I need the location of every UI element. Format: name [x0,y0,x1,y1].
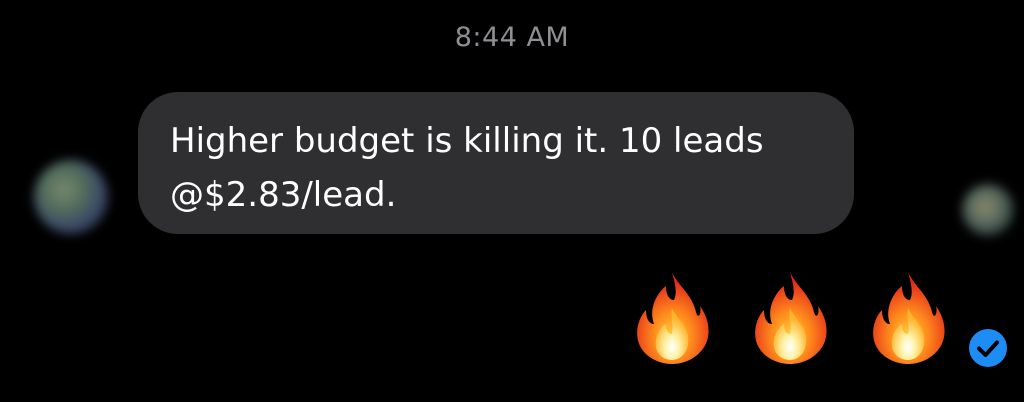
message-text: Higher budget is killing it. 10 leads @$… [170,121,764,215]
message-timestamp: 8:44 AM [454,22,570,53]
message-bubble[interactable]: Higher budget is killing it. 10 leads @$… [138,92,854,234]
fire-icon[interactable] [868,268,948,364]
fire-icon[interactable] [632,268,712,364]
receiver-avatar [962,184,1014,236]
reaction-row [632,268,962,364]
sender-avatar[interactable] [34,160,108,234]
checkmark-circle-icon [969,329,1007,367]
fire-icon[interactable] [750,268,830,364]
